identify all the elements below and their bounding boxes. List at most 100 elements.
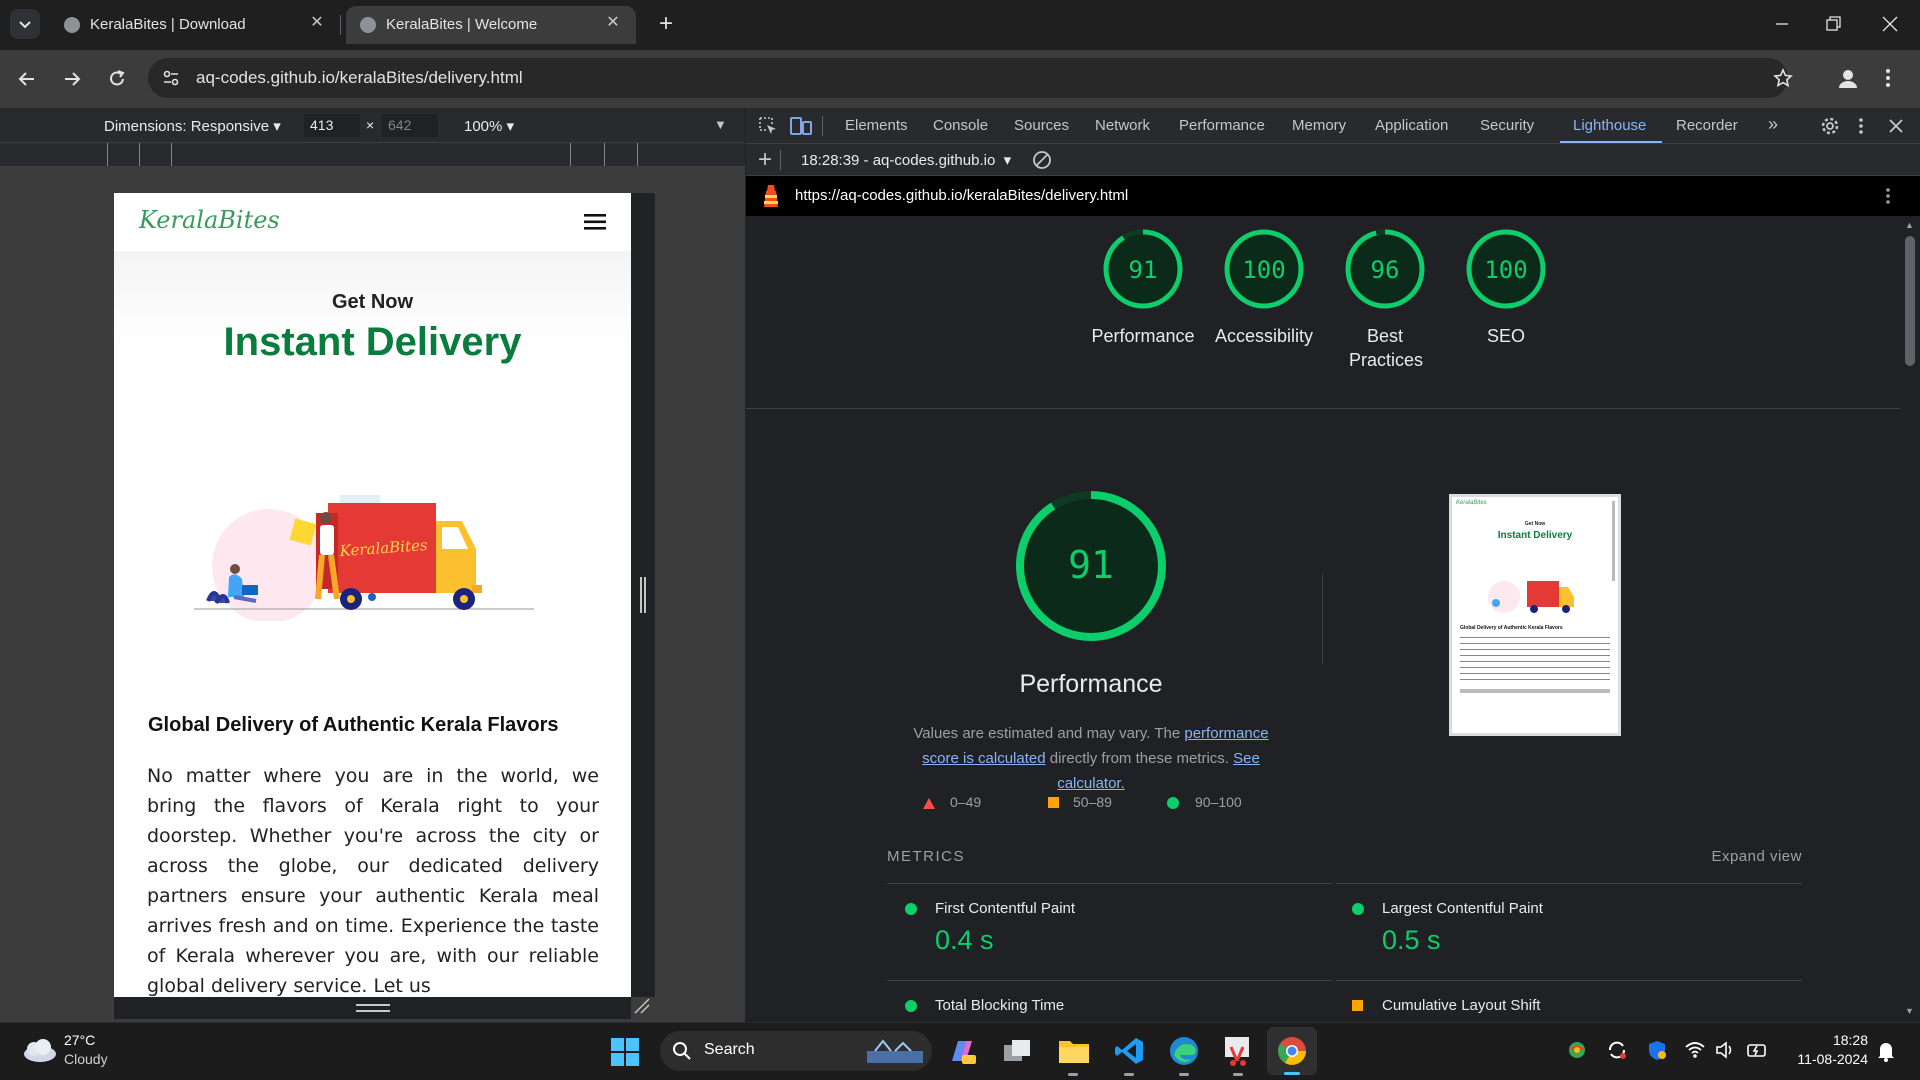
metric-name: Total Blocking Time (935, 997, 1065, 1014)
gauge-label: Best Practices (1349, 326, 1424, 370)
snipping-tool-icon[interactable] (1223, 1035, 1253, 1067)
copilot-app-icon[interactable] (946, 1035, 978, 1067)
pass-circle-icon (1352, 903, 1364, 915)
dimensions-label: Dimensions: Responsive (104, 118, 270, 135)
chevron-down-icon (19, 21, 31, 29)
final-screenshot-thumbnail[interactable]: KeralaBites Get Now Instant Delivery Glo… (1449, 494, 1621, 736)
scrollbar-thumb[interactable] (1905, 236, 1915, 366)
device-options-icon[interactable]: ▼ (714, 117, 727, 132)
inspect-element-icon[interactable] (758, 116, 778, 136)
performance-big-score: 91 (1068, 543, 1114, 587)
browser-toolbar: aq-codes.github.io/keralaBites/delivery.… (0, 50, 1920, 108)
tab-elements[interactable]: Elements (845, 117, 908, 134)
expand-view-toggle[interactable]: Expand view (1646, 848, 1802, 865)
legend-fail: 0–49 (950, 794, 982, 810)
new-report-icon[interactable]: + (758, 146, 772, 174)
file-explorer-icon[interactable] (1058, 1037, 1090, 1065)
scroll-up-icon[interactable]: ▲ (1905, 220, 1914, 230)
score-gauge-best-practices[interactable]: 96 Best Practices (1329, 216, 1441, 376)
minimize-button[interactable] (1772, 12, 1792, 32)
colorful-tray-icon[interactable] (1566, 1039, 1588, 1061)
performance-big-gauge: 91 (1016, 491, 1166, 641)
active-indicator (1284, 1072, 1300, 1075)
sync-icon[interactable] (1606, 1039, 1628, 1061)
close-icon[interactable]: ✕ (306, 12, 328, 34)
tab-network[interactable]: Network (1095, 117, 1150, 134)
report-scrollbar[interactable]: ▲ ▼ (1900, 216, 1920, 1022)
resize-handle-bottom[interactable] (356, 1004, 390, 1012)
close-devtools-icon[interactable] (1888, 118, 1904, 134)
site-info-icon[interactable] (162, 69, 180, 87)
restore-button[interactable] (1823, 14, 1843, 34)
star-icon[interactable] (1773, 68, 1793, 88)
devtools-menu-icon[interactable] (1858, 116, 1864, 136)
score-gauge-accessibility[interactable]: 100 Accessibility (1208, 216, 1320, 376)
thumb-illustration (1488, 581, 1574, 613)
tab-recorder[interactable]: Recorder (1676, 117, 1738, 134)
running-indicator (1068, 1073, 1078, 1076)
tab-title: KeralaBites | Download (90, 16, 246, 33)
tab-welcome[interactable]: KeralaBites | Welcome ✕ (346, 6, 636, 44)
task-view-icon[interactable] (1002, 1037, 1032, 1065)
score-gauge-performance[interactable]: 91 Performance (1087, 216, 1199, 376)
edge-icon[interactable] (1168, 1035, 1200, 1067)
forward-icon[interactable] (61, 68, 83, 90)
windows-start-icon[interactable] (611, 1038, 639, 1066)
tab-sources[interactable]: Sources (1014, 117, 1069, 134)
resize-handle-right[interactable] (640, 577, 646, 613)
height-input[interactable]: 642 (382, 114, 438, 137)
resize-corner-icon[interactable] (633, 997, 651, 1015)
close-window-button[interactable] (1880, 14, 1900, 34)
tab-security[interactable]: Security (1480, 117, 1534, 134)
battery-icon[interactable] (1746, 1039, 1768, 1061)
tab-performance[interactable]: Performance (1179, 117, 1265, 134)
tab-memory[interactable]: Memory (1292, 117, 1346, 134)
metric-value: 0.4 s (935, 925, 994, 955)
report-menu-icon[interactable] (1885, 186, 1891, 206)
tab-application[interactable]: Application (1375, 117, 1448, 134)
new-tab-button[interactable]: + (652, 11, 680, 39)
chrome-taskbar-item[interactable] (1267, 1027, 1317, 1075)
address-bar[interactable]: aq-codes.github.io/keralaBites/delivery.… (148, 58, 1793, 98)
vscode-icon[interactable] (1114, 1036, 1144, 1066)
clock-date[interactable]: 11-08-2024 (1768, 1051, 1868, 1067)
security-shield-icon[interactable] (1646, 1039, 1668, 1061)
hamburger-icon[interactable] (584, 213, 606, 231)
settings-gear-icon[interactable] (1820, 116, 1840, 136)
performance-title: Performance (1019, 670, 1163, 698)
weather-desc[interactable]: Cloudy (64, 1051, 108, 1067)
gauge-score: 100 (1242, 256, 1285, 284)
close-icon[interactable]: ✕ (602, 12, 624, 34)
cloud-icon[interactable] (20, 1037, 58, 1063)
volume-icon[interactable] (1714, 1039, 1736, 1061)
url-text[interactable]: aq-codes.github.io/keralaBites/delivery.… (196, 68, 523, 88)
zoom-label: 100% (464, 118, 503, 135)
score-gauge-seo[interactable]: 100 SEO (1450, 216, 1562, 376)
width-input[interactable]: 413 (304, 114, 360, 137)
site-logo[interactable]: KeralaBites (139, 206, 280, 234)
menu-icon[interactable] (1884, 67, 1892, 89)
profile-avatar[interactable] (1834, 64, 1862, 92)
vertical-divider (1322, 574, 1323, 664)
weather-temp[interactable]: 27°C (64, 1032, 95, 1048)
taskbar-search-box[interactable]: Search (660, 1031, 932, 1071)
scroll-down-icon[interactable]: ▼ (1905, 1006, 1914, 1016)
tab-download[interactable]: KeralaBites | Download ✕ (50, 6, 340, 44)
clear-icon[interactable] (1032, 150, 1052, 170)
reload-icon[interactable] (106, 68, 128, 90)
times-sign: × (366, 117, 375, 133)
wifi-icon[interactable] (1684, 1039, 1706, 1061)
device-toggle-icon[interactable] (790, 116, 812, 136)
report-select[interactable]: 18:28:39 - aq-codes.github.io ▾ (801, 151, 1011, 169)
notification-bell-icon[interactable] (1876, 1040, 1896, 1062)
tab-search-button[interactable] (10, 9, 40, 39)
report-url[interactable]: https://aq-codes.github.io/keralaBites/d… (795, 187, 1128, 204)
dimensions-select[interactable]: Dimensions: Responsive ▾ (104, 117, 281, 135)
tab-lighthouse[interactable]: Lighthouse (1573, 117, 1646, 134)
more-tabs-icon[interactable]: » (1768, 114, 1778, 135)
zoom-select[interactable]: 100% ▾ (464, 117, 514, 135)
running-indicator (1124, 1073, 1134, 1076)
back-icon[interactable] (16, 68, 38, 90)
clock-time[interactable]: 18:28 (1798, 1032, 1868, 1048)
tab-console[interactable]: Console (933, 117, 988, 134)
